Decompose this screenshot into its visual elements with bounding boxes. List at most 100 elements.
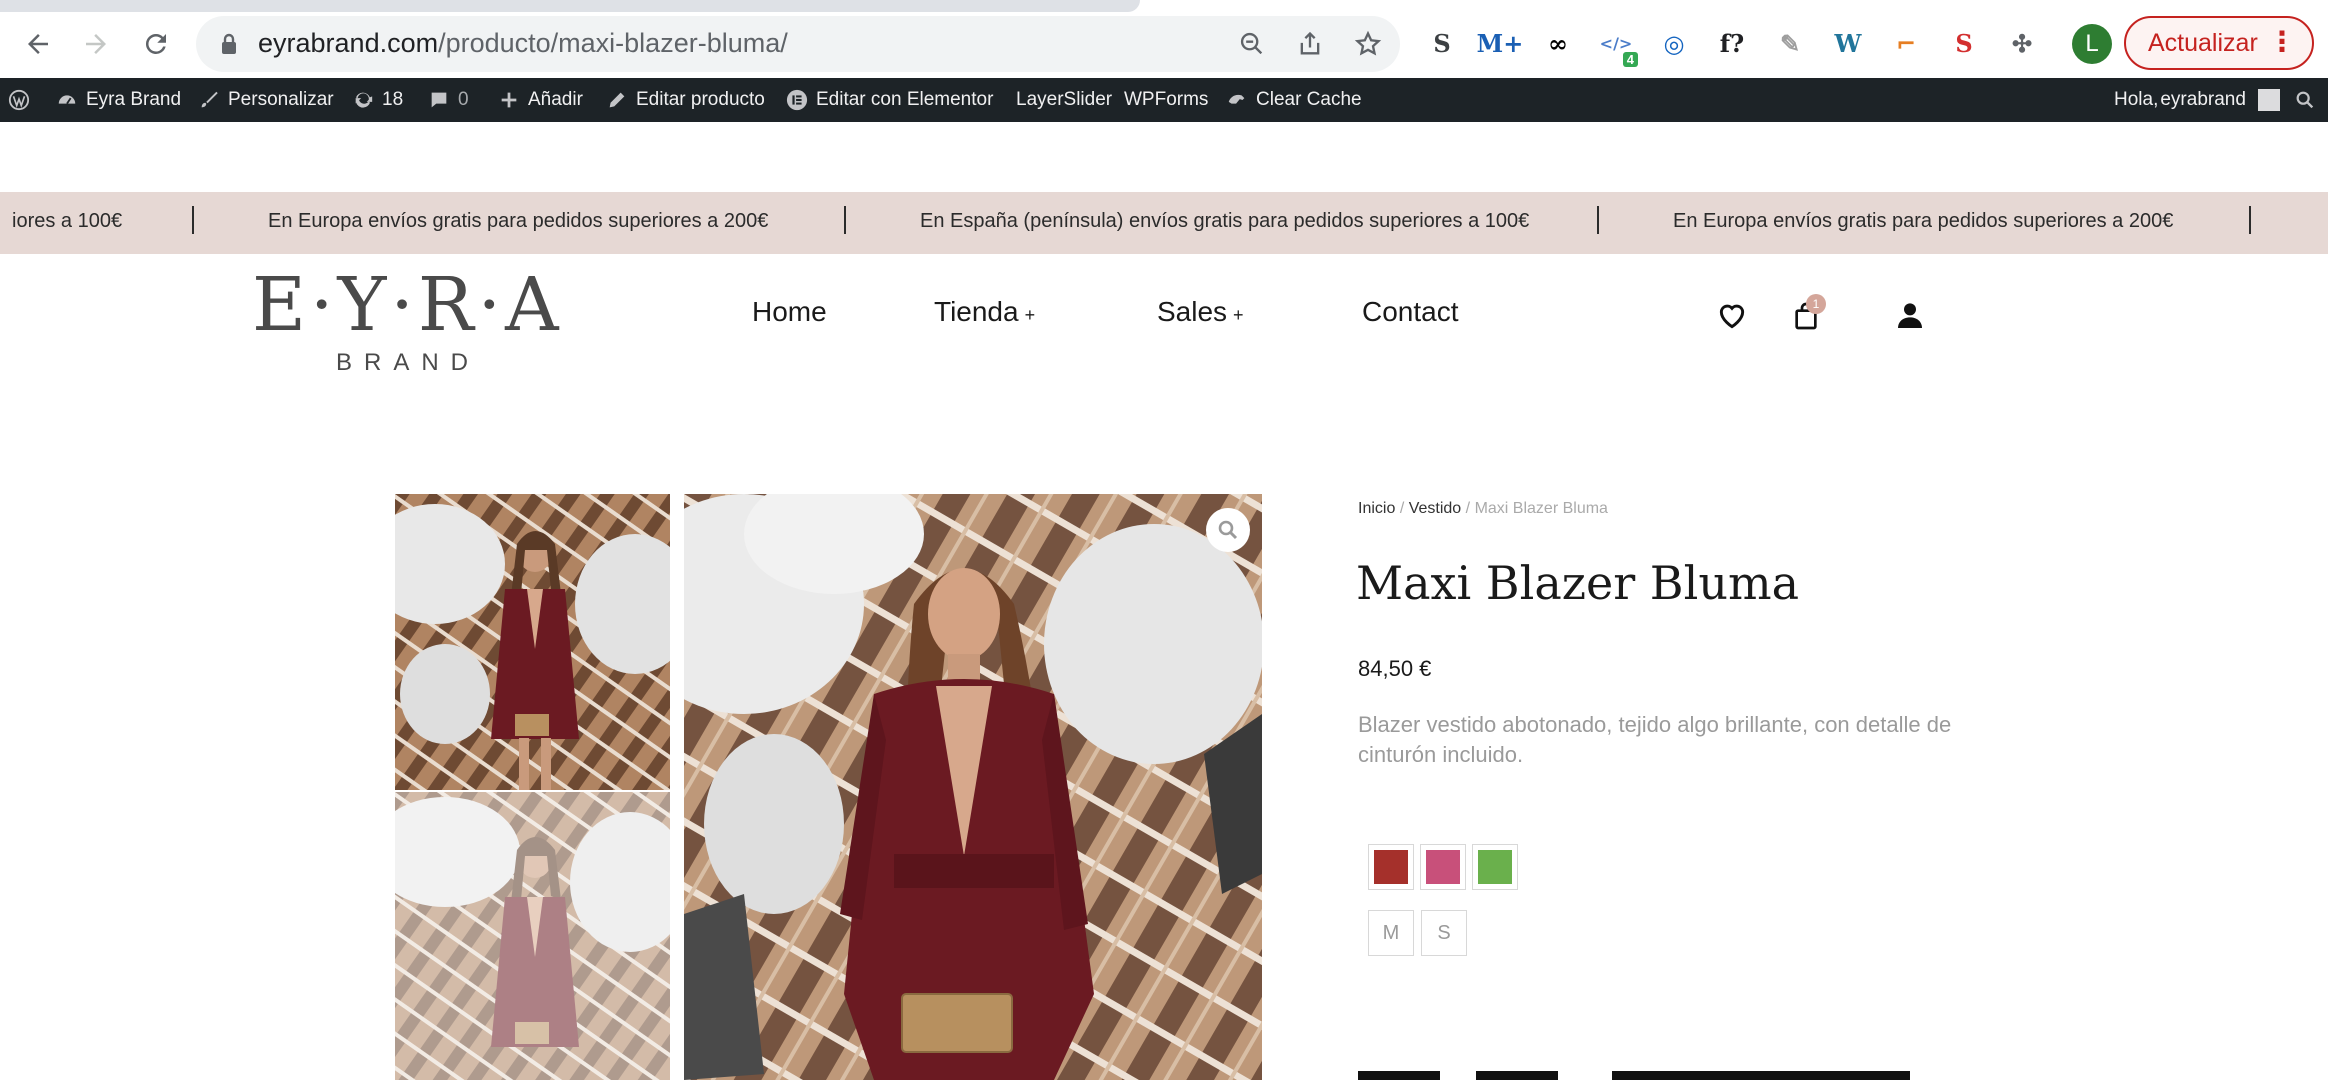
reload-icon (145, 33, 166, 54)
breadcrumb: Inicio / Vestido / Maxi Blazer Bluma (1358, 500, 1608, 518)
wishlist-button[interactable] (1714, 298, 1750, 334)
expand-plus-icon: + (1233, 305, 1244, 325)
announcement-text: iores a 100€ (12, 210, 123, 232)
update-button[interactable]: Actualizar ⋮ (2124, 16, 2314, 70)
product-price: 84,50 € (1358, 656, 1432, 681)
color-swatch-fill (1426, 850, 1460, 884)
product-thumbnail[interactable] (395, 494, 670, 790)
s-extension-icon[interactable]: S (1424, 25, 1460, 61)
back-arrow-icon (28, 34, 48, 54)
address-bar[interactable]: eyrabrand.com/producto/maxi-blazer-bluma… (196, 16, 1400, 72)
zoom-out-button[interactable] (1236, 28, 1268, 60)
nav-home[interactable]: Home (752, 296, 827, 328)
share-button[interactable] (1294, 28, 1326, 60)
updates-link[interactable]: 18 (352, 78, 403, 122)
product-main-image[interactable] (684, 494, 1262, 1080)
product-photo (684, 494, 1262, 1080)
color-swatch-fill (1478, 850, 1512, 884)
product-thumbnail[interactable] (395, 792, 670, 1080)
star-icon (1354, 30, 1382, 56)
layerslider-link[interactable]: LayerSlider (1016, 78, 1112, 122)
eyedropper-extension-icon[interactable]: ✎ (1772, 25, 1808, 61)
url-text: eyrabrand.com/producto/maxi-blazer-bluma… (258, 28, 788, 59)
infinity-extension-icon[interactable]: ∞ (1540, 25, 1576, 61)
admin-search-button[interactable] (2294, 78, 2316, 122)
url-path: /producto/maxi-blazer-bluma/ (438, 28, 788, 58)
quantity-minus-button[interactable] (1358, 1071, 1440, 1080)
clear-cache-label: Clear Cache (1256, 89, 1362, 110)
url-host: eyrabrand.com (258, 28, 439, 58)
color-swatch[interactable] (1420, 844, 1466, 890)
site-logo[interactable]: E·Y·R·A (252, 262, 563, 348)
nav-sales[interactable]: Sales + (1157, 296, 1244, 328)
add-to-cart-button[interactable] (1612, 1071, 1910, 1080)
forward-button[interactable] (74, 22, 118, 66)
updates-count: 18 (382, 89, 404, 110)
announcement-bar: iores a 100€ En Europa envíos gratis par… (0, 192, 2328, 254)
magnifier-icon (1218, 520, 1238, 540)
layerslider-label: LayerSlider (1016, 89, 1113, 110)
site-name-label: Eyra Brand (86, 89, 182, 110)
breadcrumb-separator: / (1465, 500, 1471, 517)
pencil-icon (609, 92, 625, 108)
back-button[interactable] (16, 22, 60, 66)
font-extension-icon[interactable]: f? (1714, 25, 1750, 61)
product-description: Blazer vestido abotonado, tejido algo br… (1358, 712, 1952, 767)
color-swatch[interactable] (1368, 844, 1414, 890)
user-account-link[interactable]: Hola, eyrabrand (2114, 78, 2280, 122)
wordpress-extension-icon[interactable]: W (1830, 25, 1866, 61)
wpforms-link[interactable]: WPForms (1124, 78, 1208, 122)
extension-badge: 4 (1622, 52, 1638, 67)
profile-avatar[interactable]: L (2072, 24, 2112, 64)
announcement-text: En Europa envíos gratis para pedidos sup… (268, 210, 769, 232)
edit-product-label: Editar producto (636, 89, 765, 110)
bookmark-button[interactable] (1352, 28, 1384, 60)
m-plus-extension-icon[interactable]: M+ (1477, 25, 1524, 61)
wpforms-label: WPForms (1124, 89, 1209, 110)
customize-label: Personalizar (228, 89, 334, 110)
zoom-out-icon (1240, 32, 1263, 55)
size-option[interactable]: M (1368, 910, 1414, 956)
edit-product-link[interactable]: Editar producto (606, 78, 765, 122)
account-button[interactable] (1892, 298, 1928, 334)
wp-logo-button[interactable] (8, 78, 30, 122)
breadcrumb-category[interactable]: Vestido (1409, 500, 1461, 517)
edit-elementor-link[interactable]: Editar con Elementor (786, 78, 993, 122)
nav-tienda[interactable]: Tienda + (934, 296, 1035, 328)
clear-cache-link[interactable]: Clear Cache (1226, 78, 1362, 122)
puzzle-extension-icon[interactable]: ✣ (2004, 25, 2040, 61)
dashboard-icon (58, 95, 76, 105)
add-new-link[interactable]: Añadir (498, 78, 583, 122)
menu-dots-icon[interactable]: ⋮ (2268, 28, 2296, 56)
target-extension-icon[interactable]: ◎ (1656, 25, 1692, 61)
user-avatar-icon (2257, 89, 2280, 111)
cart-count-badge: 1 (1806, 294, 1826, 314)
cheetah-icon (1228, 94, 1245, 104)
seo-extension-icon[interactable]: S (1946, 25, 1982, 61)
elementor-icon (786, 89, 808, 111)
forward-arrow-icon (86, 34, 106, 54)
nav-sales-label: Sales (1157, 296, 1228, 327)
user-icon (1898, 303, 1922, 328)
customize-link[interactable]: Personalizar (198, 78, 334, 122)
edit-elementor-label: Editar con Elementor (816, 89, 994, 110)
code-extension-icon[interactable]: </> 4 (1598, 25, 1638, 67)
product-thumbnail-image (395, 792, 670, 1080)
reload-button[interactable] (134, 22, 178, 66)
color-swatch[interactable] (1472, 844, 1518, 890)
size-option[interactable]: S (1421, 910, 1467, 956)
site-name-link[interactable]: Eyra Brand (56, 78, 181, 122)
comments-link[interactable]: 0 (428, 78, 469, 122)
ruler-extension-icon[interactable]: ⌐ (1888, 25, 1924, 61)
comments-count: 0 (458, 89, 469, 110)
nav-contact[interactable]: Contact (1362, 296, 1459, 328)
quantity-plus-button[interactable] (1476, 1071, 1558, 1080)
announcement-divider (1597, 206, 1599, 234)
update-label: Actualizar (2148, 28, 2258, 57)
username-label: eyrabrand (2160, 89, 2246, 110)
breadcrumb-separator: / (1399, 500, 1405, 517)
announcement-text: En Europa envíos gratis para pedidos sup… (1673, 210, 2174, 232)
breadcrumb-home[interactable]: Inicio (1358, 500, 1395, 517)
plus-icon (501, 92, 517, 108)
zoom-image-button[interactable] (1206, 508, 1250, 552)
